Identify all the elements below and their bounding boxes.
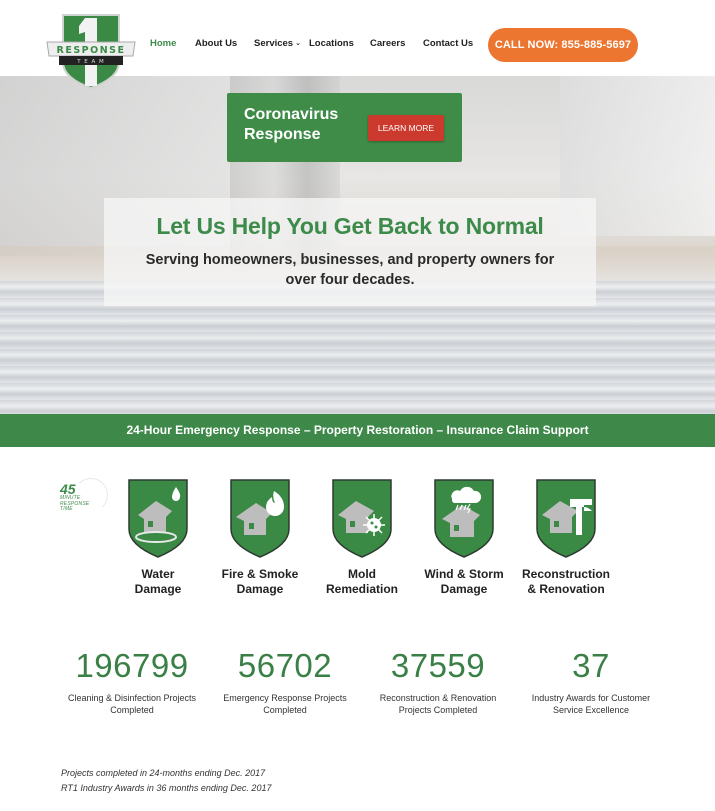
service-mold-remediation[interactable]: Mold Remediation	[307, 477, 417, 597]
service-fire-smoke-damage[interactable]: Fire & Smoke Damage	[205, 477, 315, 597]
stat-value: 196799	[75, 647, 189, 684]
nav-services-label: Services	[254, 38, 294, 49]
stat-emergency-projects: 56702 Emergency Response Projects Complet…	[205, 645, 365, 716]
stat-caption-line1: Reconstruction & Renovation	[379, 693, 497, 703]
service-label-line1: Mold	[348, 567, 376, 581]
stat-caption-line2: Projects Completed	[398, 705, 478, 715]
hero-card: Let Us Help You Get Back to Normal Servi…	[104, 198, 596, 306]
stat-value: 56702	[237, 647, 333, 684]
stat-caption-line1: Cleaning & Disinfection Projects	[67, 693, 197, 703]
nav-contact-us[interactable]: Contact Us	[423, 38, 473, 49]
service-label: Water Damage	[103, 567, 213, 597]
logo-team-text: T E A M	[76, 59, 105, 65]
service-label-line2: & Renovation	[527, 582, 605, 596]
service-water-damage[interactable]: Water Damage	[103, 477, 213, 597]
response-time-badge: 45 MINUTE RESPONSE TIME	[60, 478, 108, 518]
service-label: Wind & Storm Damage	[409, 567, 519, 597]
stat-value: 37559	[390, 647, 486, 684]
chevron-down-icon: ⌄	[295, 40, 301, 47]
nav-home[interactable]: Home	[150, 38, 176, 49]
stat-caption: Reconstruction & Renovation Projects Comp…	[358, 692, 518, 716]
stat-caption: Cleaning & Disinfection Projects Complete…	[52, 692, 212, 716]
hammer-icon	[536, 479, 596, 558]
logo-response-text: RESPONSE	[57, 45, 126, 56]
service-label: Reconstruction & Renovation	[511, 567, 621, 597]
stat-reconstruction-projects: 37559 Reconstruction & Renovation Project…	[358, 645, 518, 716]
service-label: Mold Remediation	[307, 567, 417, 597]
coronavirus-title: Coronavirus Response	[244, 106, 339, 143]
stat-caption: Emergency Response Projects Completed	[205, 692, 365, 716]
service-label-line2: Remediation	[325, 582, 398, 596]
nav-careers[interactable]: Careers	[370, 38, 405, 49]
services-banner: 24-Hour Emergency Response – Property Re…	[0, 414, 715, 447]
service-reconstruction-renovation[interactable]: Reconstruction & Renovation	[511, 477, 621, 597]
service-wind-storm-damage[interactable]: Wind & Storm Damage	[409, 477, 519, 597]
service-label-line1: Water	[141, 567, 175, 581]
response-team-logo[interactable]: RESPONSE T E A M	[45, 12, 137, 90]
hero-section: Coronavirus Response LEARN MORE Let Us H…	[0, 76, 715, 414]
stat-value: 37	[572, 647, 610, 684]
water-drop-icon	[128, 479, 188, 558]
stat-caption-line2: Service Excellence	[552, 705, 630, 715]
stats-footnotes: Projects completed in 24-months ending D…	[61, 766, 271, 796]
stat-caption-line2: Completed	[263, 705, 307, 715]
learn-more-button[interactable]: LEARN MORE	[368, 115, 444, 141]
call-now-button[interactable]: CALL NOW: 855-885-5697	[488, 28, 638, 62]
service-label-line1: Reconstruction	[521, 567, 610, 581]
footnote-awards: RT1 Industry Awards in 36 months ending …	[61, 783, 272, 793]
stat-caption-line1: Industry Awards for Customer	[531, 693, 651, 703]
hero-headline: Let Us Help You Get Back to Normal	[156, 213, 544, 239]
stat-caption-line2: Completed	[110, 705, 154, 715]
nav-about-us[interactable]: About Us	[195, 38, 237, 49]
stat-cleaning-projects: 196799 Cleaning & Disinfection Projects C…	[52, 645, 212, 716]
hero-subheadline: Serving homeowners, businesses, and prop…	[145, 252, 555, 288]
stat-industry-awards: 37 Industry Awards for Customer Service E…	[511, 645, 671, 716]
service-label-line1: Wind & Storm	[424, 567, 504, 581]
footnote-projects: Projects completed in 24-months ending D…	[61, 768, 266, 778]
mold-spore-icon	[332, 479, 392, 558]
service-label-line2: Damage	[134, 582, 182, 596]
nav-services[interactable]: Services ⌄	[254, 38, 301, 49]
stat-caption: Industry Awards for Customer Service Exce…	[511, 692, 671, 716]
service-label-line2: Damage	[236, 582, 284, 596]
nav-locations[interactable]: Locations	[309, 38, 354, 49]
service-label-line2: Damage	[440, 582, 488, 596]
service-label: Fire & Smoke Damage	[205, 567, 315, 597]
service-label-line1: Fire & Smoke	[221, 567, 299, 581]
stat-caption-line1: Emergency Response Projects	[223, 693, 347, 703]
coronavirus-alert-box: Coronavirus Response LEARN MORE	[227, 93, 462, 162]
storm-cloud-icon	[434, 479, 494, 558]
fire-icon	[230, 479, 290, 558]
